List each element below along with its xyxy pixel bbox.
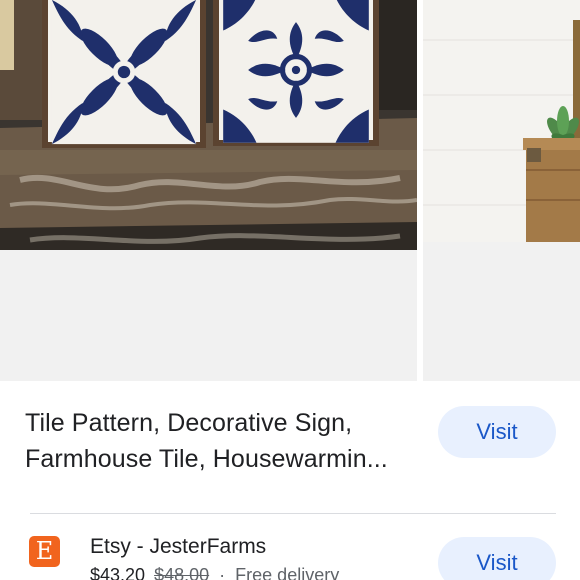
current-price: $43.20: [90, 565, 146, 580]
price-line: $43.20 $48.00 · Free delivery: [90, 565, 339, 580]
main-product-image[interactable]: [0, 0, 417, 381]
next-product-image[interactable]: [423, 0, 580, 381]
product-title-line-1: Tile Pattern, Decorative Sign,: [25, 409, 353, 437]
seller-name: Etsy - JesterFarms: [90, 535, 267, 558]
seller-offer-row[interactable]: E Etsy - JesterFarms $43.20 $48.00 · Fre…: [0, 514, 580, 580]
seller-visit-button[interactable]: Visit: [438, 537, 556, 580]
tile-signs-photo: [0, 0, 417, 250]
image-carousel[interactable]: [0, 0, 580, 381]
delivery-info: Free delivery: [235, 565, 340, 580]
succulent-box-photo: [423, 0, 580, 242]
shopping-result-page: Tile Pattern, Decorative Sign, Farmhouse…: [0, 0, 580, 580]
product-title[interactable]: Tile Pattern, Decorative Sign, Farmhouse…: [25, 405, 425, 477]
product-title-row: Tile Pattern, Decorative Sign, Farmhouse…: [0, 381, 580, 513]
separator-dot: ·: [219, 565, 226, 580]
visit-button[interactable]: Visit: [438, 406, 556, 458]
product-title-line-2: Farmhouse Tile, Housewarmin...: [25, 445, 388, 473]
etsy-logo-icon: E: [29, 536, 60, 567]
original-price: $48.00: [154, 565, 210, 580]
